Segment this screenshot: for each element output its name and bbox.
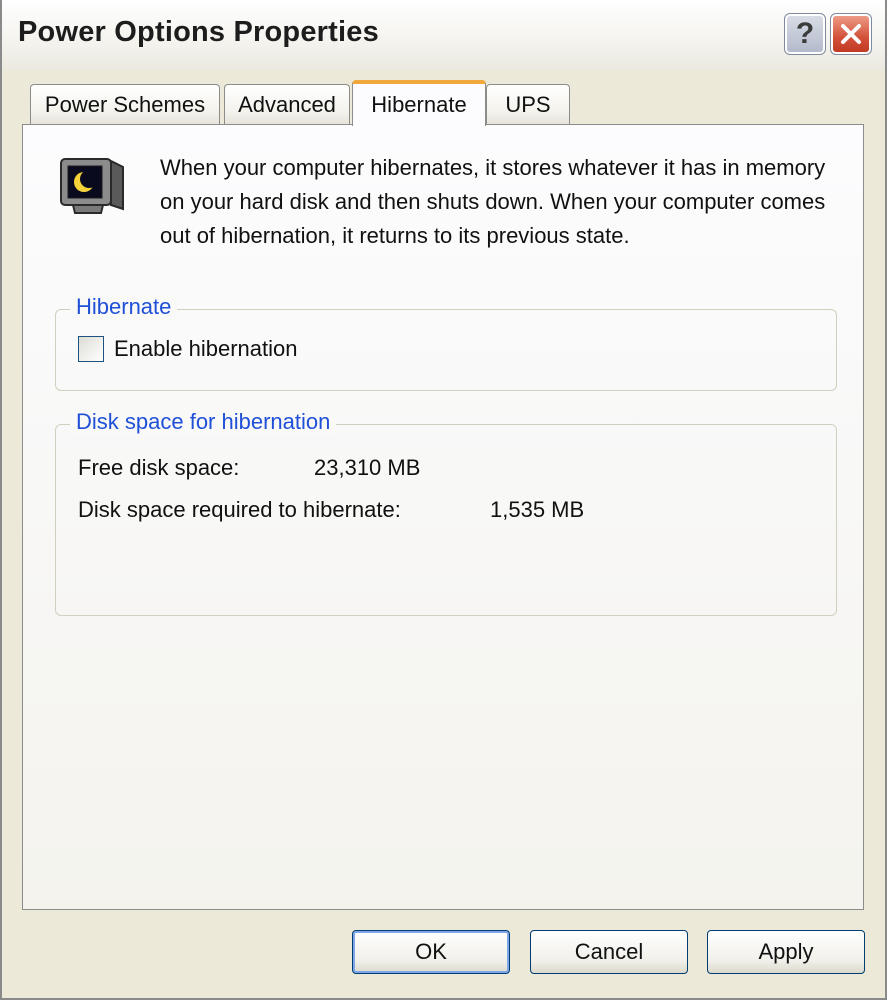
- enable-hibernation-checkbox[interactable]: [78, 336, 104, 362]
- free-disk-space-label: Free disk space:: [78, 455, 240, 480]
- help-button[interactable]: ?: [784, 13, 826, 55]
- required-disk-space-value: 1,535 MB: [490, 497, 585, 522]
- hibernate-monitor-icon: [60, 158, 124, 214]
- close-icon: [841, 24, 861, 44]
- cancel-button[interactable]: Cancel: [530, 930, 688, 974]
- hibernate-groupbox: Hibernate Enable hibernation: [55, 294, 837, 391]
- disk-space-groupbox: Disk space for hibernation Free disk spa…: [55, 409, 837, 616]
- ok-button[interactable]: OK: [352, 930, 510, 974]
- enable-hibernation-label[interactable]: Enable hibernation: [114, 336, 297, 362]
- apply-button[interactable]: Apply: [707, 930, 865, 974]
- free-disk-space-value: 23,310 MB: [314, 455, 421, 480]
- title-bar[interactable]: Power Options Properties ?: [2, 0, 885, 70]
- enable-hibernation-option[interactable]: Enable hibernation: [78, 336, 297, 362]
- window-title: Power Options Properties: [18, 16, 379, 48]
- tab-hibernate[interactable]: Hibernate: [352, 80, 486, 126]
- tab-advanced[interactable]: Advanced: [224, 84, 350, 124]
- hibernate-tab-panel: When your computer hibernates, it stores…: [22, 124, 864, 910]
- tab-ups[interactable]: UPS: [486, 84, 570, 124]
- tab-power-schemes[interactable]: Power Schemes: [30, 84, 220, 124]
- hibernate-group-legend: Hibernate: [70, 294, 178, 320]
- disk-space-group-legend: Disk space for hibernation: [70, 409, 337, 435]
- power-options-dialog: Power Options Properties ? Power Schemes…: [0, 0, 887, 1000]
- close-button[interactable]: [830, 13, 872, 55]
- hibernate-description: When your computer hibernates, it stores…: [160, 155, 826, 248]
- required-disk-space-label: Disk space required to hibernate:: [78, 497, 401, 522]
- help-icon: ?: [795, 17, 815, 50]
